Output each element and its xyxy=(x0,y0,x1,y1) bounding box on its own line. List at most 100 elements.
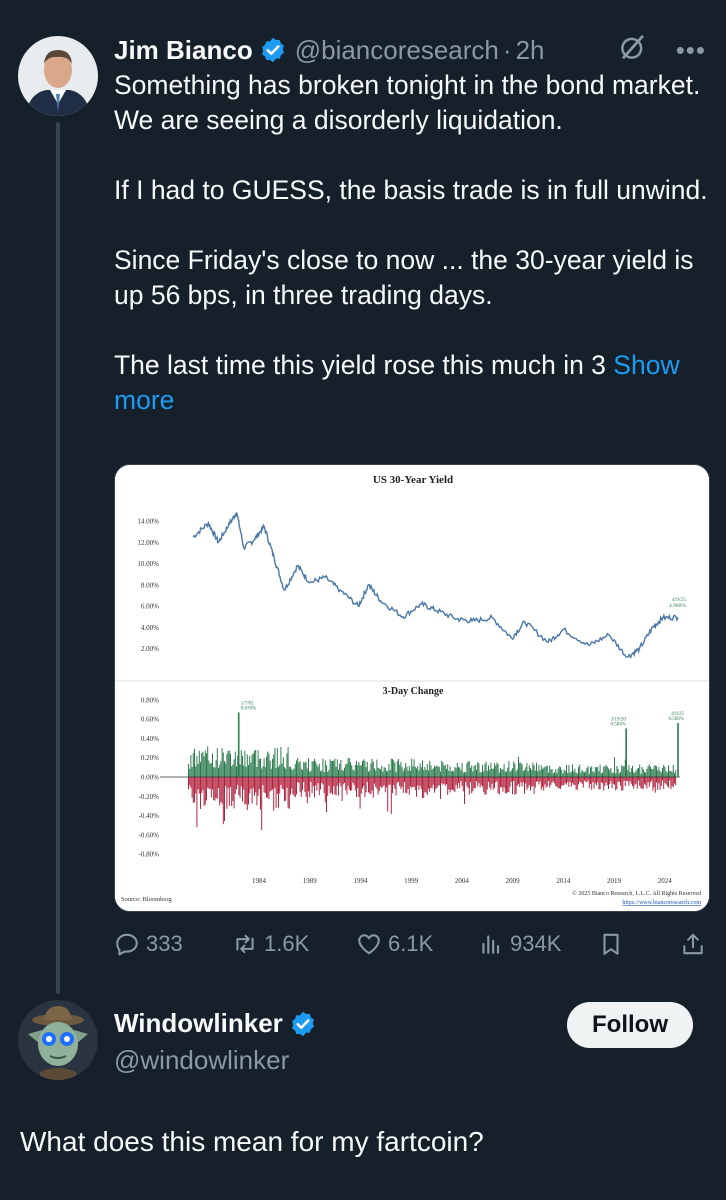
follow-button[interactable]: Follow xyxy=(567,1002,693,1048)
negative-change-bar xyxy=(492,777,494,790)
reply-author-avatar[interactable] xyxy=(18,1000,98,1080)
positive-change-bar xyxy=(350,762,351,777)
negative-change-bar xyxy=(276,777,278,794)
positive-change-bar xyxy=(420,767,422,777)
negative-change-bar xyxy=(234,777,236,794)
negative-change-bar xyxy=(591,777,593,790)
negative-change-bar xyxy=(206,777,207,801)
positive-change-bar xyxy=(394,762,396,777)
negative-change-bar xyxy=(224,777,225,821)
repost-button[interactable]: 1.6K xyxy=(232,931,309,957)
negative-change-bar xyxy=(522,777,524,783)
positive-change-bar xyxy=(362,761,363,777)
negative-change-bar xyxy=(599,777,601,790)
positive-change-bar xyxy=(416,768,417,777)
positive-change-bar xyxy=(305,761,307,777)
negative-change-bar xyxy=(532,777,534,786)
positive-change-bar xyxy=(620,772,621,777)
bookmark-button[interactable] xyxy=(598,931,624,957)
negative-change-bar xyxy=(315,777,317,786)
negative-change-bar xyxy=(429,777,431,792)
positive-change-bar xyxy=(300,768,302,777)
positive-change-bar xyxy=(515,771,517,777)
negative-change-bar xyxy=(438,777,440,785)
positive-change-bar xyxy=(302,770,303,777)
negative-change-bar xyxy=(476,777,477,782)
negative-change-bar xyxy=(412,777,414,787)
negative-change-bar xyxy=(406,777,408,794)
positive-change-bar xyxy=(359,765,361,777)
negative-change-bar xyxy=(536,777,537,782)
negative-change-bar xyxy=(394,777,396,789)
positive-change-bar xyxy=(372,761,374,777)
negative-change-bar xyxy=(316,777,318,791)
negative-change-bar xyxy=(266,777,267,798)
negative-change-bar xyxy=(285,777,287,801)
negative-change-bar xyxy=(562,777,564,786)
positive-change-bar xyxy=(572,764,573,777)
positive-change-bar xyxy=(262,766,264,777)
positive-change-bar xyxy=(618,773,620,777)
positive-change-bar xyxy=(297,757,299,777)
positive-change-bar xyxy=(371,758,373,777)
negative-change-bar xyxy=(353,777,355,786)
negative-change-bar xyxy=(248,777,249,805)
positive-change-bar xyxy=(587,766,589,777)
negative-change-bar xyxy=(556,777,558,787)
negative-change-bar xyxy=(432,777,434,785)
negative-change-bar xyxy=(659,777,661,790)
positive-change-bar xyxy=(336,759,338,777)
positive-change-bar xyxy=(257,750,259,777)
grok-icon[interactable] xyxy=(618,32,648,69)
positive-change-bar xyxy=(417,766,419,777)
positive-change-bar xyxy=(195,766,197,777)
negative-change-bar xyxy=(339,777,341,783)
negative-change-bar xyxy=(585,777,587,782)
negative-change-bar xyxy=(345,777,347,791)
reply-author-name[interactable]: Windowlinker xyxy=(114,1008,283,1039)
positive-change-bar xyxy=(342,770,344,777)
positive-change-bar xyxy=(270,768,272,777)
positive-change-bar xyxy=(671,771,673,777)
reply-header: Windowlinker @windowlinker xyxy=(114,1008,325,1076)
reply-text: What does this mean for my fartcoin? xyxy=(20,1126,484,1157)
positive-change-bar xyxy=(647,766,649,777)
negative-change-bar xyxy=(381,777,383,789)
more-icon[interactable]: ••• xyxy=(676,37,706,63)
author-name[interactable]: Jim Bianco xyxy=(114,35,253,66)
positive-change-bar xyxy=(285,768,287,777)
negative-change-bar xyxy=(274,777,276,788)
positive-change-bar xyxy=(224,761,225,777)
negative-change-bar xyxy=(284,777,285,802)
author-avatar[interactable] xyxy=(18,36,98,116)
negative-change-bar xyxy=(298,777,300,783)
reply-author-handle[interactable]: @windowlinker xyxy=(114,1045,325,1076)
like-button[interactable]: 6.1K xyxy=(356,931,433,957)
negative-change-bar xyxy=(616,777,618,790)
chart-image[interactable]: US 30-Year Yield 14.00% 12.00% 10.00% 8.00%… xyxy=(114,464,710,912)
negative-change-bar xyxy=(654,777,656,793)
share-button[interactable] xyxy=(680,931,706,957)
positive-change-bar xyxy=(509,771,511,777)
positive-change-bar xyxy=(202,751,204,777)
positive-change-bar xyxy=(315,761,317,777)
tweet-time[interactable]: 2h xyxy=(516,35,545,66)
negative-change-bar xyxy=(502,777,504,792)
y-tick-label: 12.00% xyxy=(137,539,159,547)
positive-change-bar xyxy=(560,767,561,777)
positive-change-bar xyxy=(230,753,231,777)
positive-change-bar xyxy=(591,766,593,777)
positive-change-bar xyxy=(227,750,229,777)
author-handle[interactable]: @biancoresearch xyxy=(295,35,499,66)
views-button[interactable]: 934K xyxy=(478,931,561,957)
positive-change-bar xyxy=(528,765,530,777)
negative-change-bar xyxy=(440,777,441,799)
negative-change-bar xyxy=(209,777,211,790)
positive-change-bar xyxy=(214,767,216,777)
positive-change-bar xyxy=(551,769,553,777)
positive-change-bar xyxy=(303,762,305,777)
positive-change-bar xyxy=(324,760,326,777)
reply-button[interactable]: 333 xyxy=(114,931,183,957)
positive-change-bar xyxy=(327,771,329,777)
positive-change-bar xyxy=(261,768,263,777)
